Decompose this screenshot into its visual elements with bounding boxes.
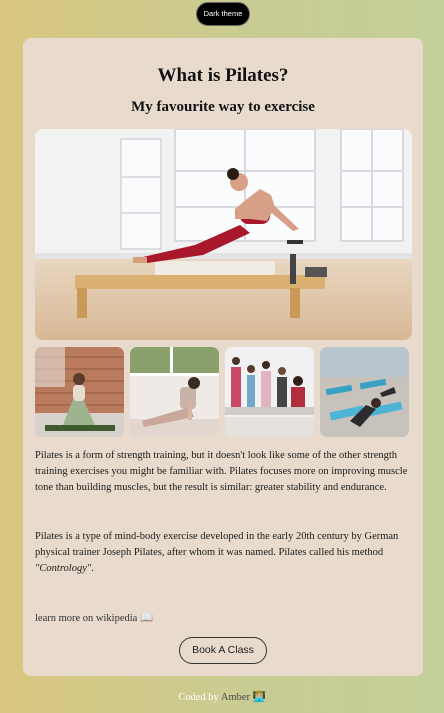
author-link[interactable]: Amber 👩🏼‍💻 — [221, 692, 266, 703]
thumbnail-image-2 — [130, 347, 219, 437]
content-card: What is Pilates? My favourite way to exe… — [23, 38, 423, 676]
page-title: What is Pilates? — [157, 65, 289, 86]
wikipedia-link[interactable]: learn more on wikipedia 📖 — [35, 611, 153, 624]
paragraph-history-end: . — [91, 563, 94, 574]
footer-credit: Coded by Amber 👩🏼‍💻 — [0, 690, 444, 703]
paragraph-strength-training: Pilates is a form of strength training, … — [35, 450, 408, 493]
thumbnail-image-1 — [35, 347, 124, 437]
dark-theme-button[interactable]: Dark theme — [196, 2, 250, 26]
hero-image — [35, 129, 412, 340]
footer-prefix: Coded by — [178, 692, 221, 703]
book-class-button[interactable]: Book A Class — [179, 637, 267, 664]
paragraph-history-text: Pilates is a type of mind-body exercise … — [35, 531, 399, 558]
thumbnail-image-3 — [225, 347, 314, 437]
page-subtitle: My favourite way to exercise — [131, 99, 315, 115]
thumbnail-image-4 — [320, 347, 409, 437]
paragraph-history: Pilates is a type of mind-body exercise … — [35, 529, 411, 577]
contrology-term: "Contrology" — [35, 563, 92, 574]
